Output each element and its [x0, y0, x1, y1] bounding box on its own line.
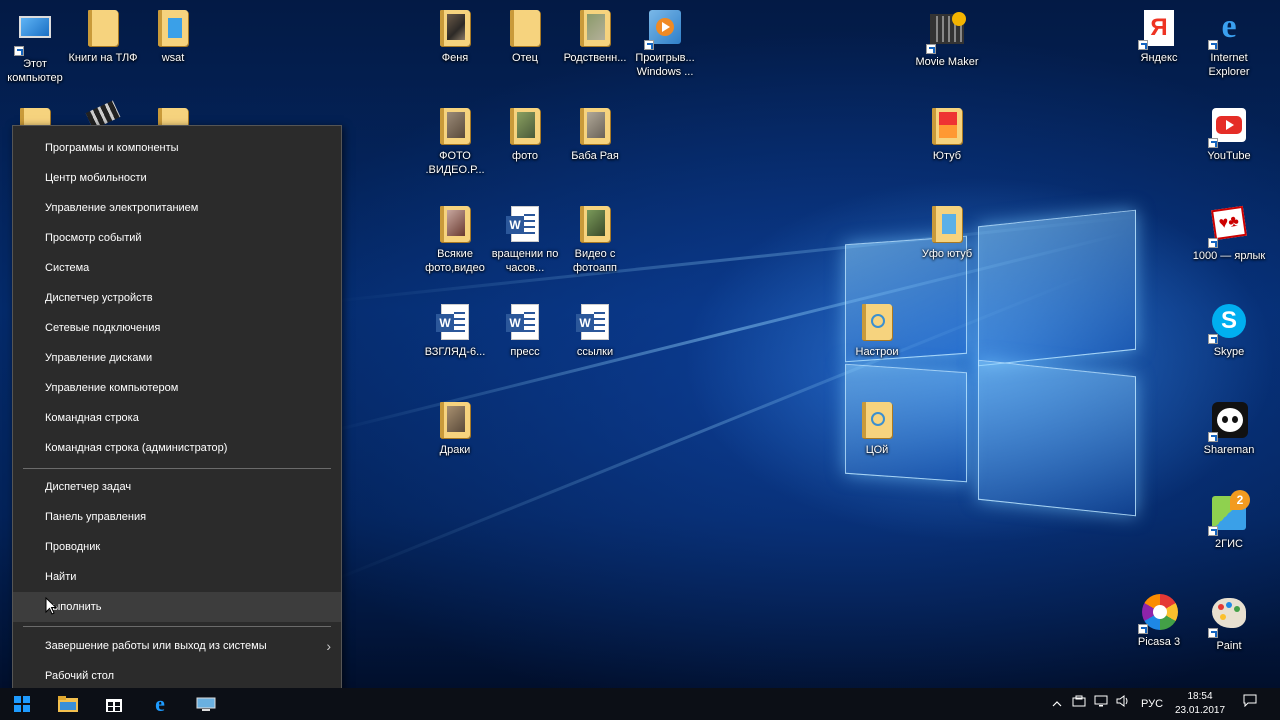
fenya-folder-icon[interactable]: Феня: [418, 10, 492, 65]
speaker-icon: [1116, 695, 1128, 707]
menu-item-event-viewer[interactable]: Просмотр событий: [13, 223, 341, 253]
volume-button[interactable]: [1114, 688, 1132, 720]
edge-taskbar-button[interactable]: e: [138, 688, 182, 720]
vsyakie-folder-icon[interactable]: Всякие фото,видео: [418, 206, 492, 275]
menu-item-run[interactable]: Выполнить: [13, 592, 341, 622]
otec-folder-icon[interactable]: Отец: [488, 10, 562, 65]
wallpaper-pane: [978, 359, 1136, 517]
internet-explorer-icon[interactable]: e Internet Explorer: [1192, 10, 1266, 79]
video-s-folder-icon[interactable]: Видео с фотоапп: [558, 206, 632, 275]
menu-separator: [23, 626, 331, 627]
menu-item-programs[interactable]: Программы и компоненты: [13, 133, 341, 163]
picasa-icon[interactable]: Picasa 3: [1122, 594, 1196, 649]
menu-item-system[interactable]: Система: [13, 253, 341, 283]
tray-app-button[interactable]: [1070, 688, 1088, 720]
file-explorer-icon: [58, 696, 78, 712]
windows-media-player-icon[interactable]: Проигрыв... Windows ...: [628, 10, 702, 79]
menu-item-mobility-center[interactable]: Центр мобильности: [13, 163, 341, 193]
store-taskbar-button[interactable]: [92, 688, 136, 720]
word-document-icon[interactable]: W ВЗГЛЯД-6...: [418, 304, 492, 359]
mouse-cursor-icon: [45, 597, 57, 615]
books-folder-icon[interactable]: Книги на ТЛФ: [66, 10, 140, 65]
youtub-folder-icon[interactable]: Ютуб: [910, 108, 984, 163]
draki-folder-icon[interactable]: Драки: [418, 402, 492, 457]
menu-item-network-connections[interactable]: Сетевые подключения: [13, 313, 341, 343]
menu-item-file-explorer[interactable]: Проводник: [13, 532, 341, 562]
coy-folder-icon[interactable]: ЦОй: [840, 402, 914, 457]
rodstvenn-folder-icon[interactable]: Родственн...: [558, 10, 632, 65]
paint-icon[interactable]: Paint: [1192, 594, 1266, 653]
store-icon: [106, 699, 122, 712]
menu-item-disk-management[interactable]: Управление дисками: [13, 343, 341, 373]
taskbar: e РУС 18:54 23.01.2017: [0, 688, 1280, 720]
wallpaper-pane: [978, 209, 1136, 367]
2gis-icon[interactable]: 2 2ГИС: [1192, 490, 1266, 551]
menu-item-shutdown-signout[interactable]: Завершение работы или выход из системы ›: [13, 631, 341, 661]
network-icon: [1094, 695, 1108, 707]
menu-item-search[interactable]: Найти: [13, 562, 341, 592]
windows-start-icon: [14, 696, 30, 712]
baba-raya-folder-icon[interactable]: Баба Рая: [558, 108, 632, 163]
show-hidden-icons-button[interactable]: [1050, 688, 1064, 720]
this-pc-icon[interactable]: Этот компьютер: [0, 10, 72, 85]
app-taskbar-button[interactable]: [184, 688, 228, 720]
ufo-folder-icon[interactable]: Уфо ютуб: [910, 206, 984, 261]
yandex-icon[interactable]: Я Яндекс: [1122, 10, 1196, 65]
action-center-icon: [1243, 694, 1257, 708]
word-document-icon[interactable]: W ссылки: [558, 304, 632, 359]
monitor-icon: [196, 697, 216, 711]
file-explorer-taskbar-button[interactable]: [46, 688, 90, 720]
shareman-icon[interactable]: Shareman: [1192, 402, 1266, 457]
clock[interactable]: 18:54 23.01.2017: [1168, 690, 1232, 718]
word-document-icon[interactable]: W пресс: [488, 304, 562, 359]
word-document-icon[interactable]: W вращении по часов...: [488, 206, 562, 275]
wsat-folder-icon[interactable]: wsat: [136, 10, 210, 65]
menu-item-computer-management[interactable]: Управление компьютером: [13, 373, 341, 403]
skype-icon[interactable]: S Skype: [1192, 304, 1266, 359]
menu-item-power-options[interactable]: Управление электропитанием: [13, 193, 341, 223]
winx-context-menu: Программы и компоненты Центр мобильности…: [12, 125, 342, 699]
menu-item-device-manager[interactable]: Диспетчер устройств: [13, 283, 341, 313]
youtube-icon[interactable]: YouTube: [1192, 108, 1266, 163]
foto-video-folder-icon[interactable]: ФОТО .ВИДЕО.Р...: [418, 108, 492, 177]
menu-item-desktop[interactable]: Рабочий стол: [13, 661, 341, 691]
menu-separator: [23, 468, 331, 469]
foto-folder-icon[interactable]: фото: [488, 108, 562, 163]
language-button[interactable]: РУС: [1138, 688, 1166, 720]
chevron-up-icon: [1052, 701, 1062, 707]
edge-icon: e: [155, 691, 165, 716]
movie-maker-icon[interactable]: Movie Maker: [910, 10, 984, 69]
nastroi-folder-icon[interactable]: Настрои: [840, 304, 914, 359]
clock-time: 18:54: [1187, 691, 1213, 702]
menu-item-command-prompt[interactable]: Командная строка: [13, 403, 341, 433]
network-button[interactable]: [1092, 688, 1110, 720]
cards-game-icon[interactable]: ♥♣ 1000 — ярлык: [1192, 205, 1266, 263]
action-center-button[interactable]: [1238, 688, 1262, 720]
menu-item-command-prompt-admin[interactable]: Командная строка (администратор): [13, 433, 341, 463]
menu-item-task-manager[interactable]: Диспетчер задач: [13, 472, 341, 502]
clock-date: 23.01.2017: [1174, 705, 1226, 716]
tray-app-icon: [1072, 695, 1086, 707]
chevron-right-icon: ›: [326, 638, 331, 654]
menu-item-control-panel[interactable]: Панель управления: [13, 502, 341, 532]
start-button[interactable]: [0, 688, 44, 720]
